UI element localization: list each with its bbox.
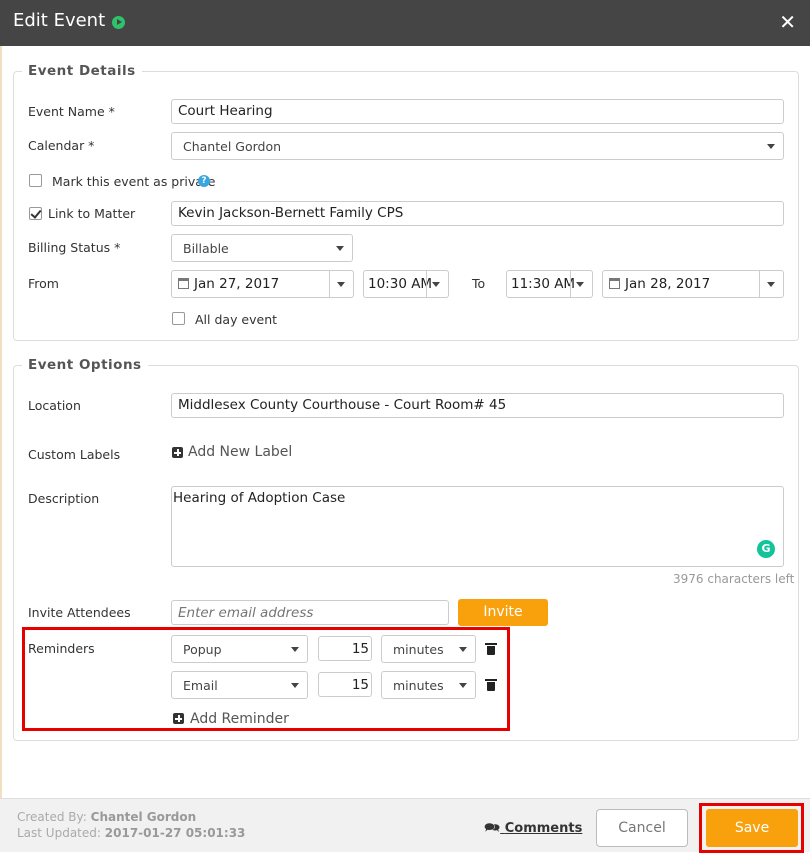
last-updated-value: 2017-01-27 05:01:33 <box>104 826 246 840</box>
link-to-matter-checkbox[interactable] <box>29 207 42 220</box>
created-by: Created By: Chantel Gordon <box>17 810 196 824</box>
private-checkbox[interactable] <box>29 174 42 187</box>
event-options-legend: Event Options <box>28 357 142 373</box>
link-to-matter-label: Link to Matter <box>48 206 136 221</box>
divider <box>329 271 330 297</box>
created-by-value: Chantel Gordon <box>90 810 197 824</box>
cancel-button[interactable]: Cancel <box>596 809 688 847</box>
from-time-value: 10:30 AM <box>368 276 433 292</box>
chevron-down-icon[interactable] <box>432 282 440 287</box>
last-updated: Last Updated: 2017-01-27 05:01:33 <box>17 826 245 840</box>
close-icon[interactable]: ✕ <box>779 11 796 33</box>
dialog-title: Edit Event <box>13 10 106 31</box>
from-date-value: Jan 27, 2017 <box>194 276 280 292</box>
billing-status-value: Billable <box>183 241 229 256</box>
calendar-label: Calendar * <box>28 138 95 153</box>
event-name-input[interactable]: Court Hearing <box>171 99 784 124</box>
all-day-checkbox[interactable] <box>172 312 185 325</box>
from-time-picker[interactable]: 10:30 AM <box>363 270 449 298</box>
invite-email-input[interactable] <box>171 600 449 625</box>
matter-input[interactable]: Kevin Jackson-Bernett Family CPS <box>171 201 784 226</box>
plus-square-icon[interactable] <box>172 447 183 458</box>
divider <box>570 271 571 297</box>
question-circle-icon[interactable]: ? <box>198 175 210 187</box>
to-time-picker[interactable]: 11:30 AM <box>506 270 593 298</box>
last-updated-label: Last Updated: <box>17 826 101 840</box>
from-label: From <box>28 276 59 291</box>
location-input[interactable]: Middlesex County Courthouse - Court Room… <box>171 393 784 418</box>
reminders-highlight-box <box>22 627 510 731</box>
dialog-footer: Created By: Chantel Gordon Last Updated:… <box>0 798 810 853</box>
to-date-picker[interactable]: Jan 28, 2017 <box>602 270 784 298</box>
invite-attendees-label: Invite Attendees <box>28 605 131 620</box>
custom-labels-label: Custom Labels <box>28 447 121 462</box>
invite-button[interactable]: Invite <box>458 599 548 626</box>
characters-left: 3976 characters left <box>673 572 795 586</box>
add-new-label-link[interactable]: Add New Label <box>188 444 292 460</box>
play-circle-icon <box>112 16 125 29</box>
private-label: Mark this event as private <box>52 174 216 189</box>
calendar-icon <box>178 278 189 289</box>
to-label: To <box>472 276 486 291</box>
left-edge-accent <box>0 46 2 852</box>
comments-label: Comments <box>504 821 583 836</box>
chevron-down-icon <box>767 144 775 149</box>
chevron-down-icon <box>336 246 344 251</box>
event-details-legend: Event Details <box>28 63 136 79</box>
calendar-select[interactable]: Chantel Gordon <box>171 132 784 160</box>
created-by-label: Created By: <box>17 810 87 824</box>
comments-link[interactable]: 🗪 Comments <box>484 819 582 841</box>
from-date-picker[interactable]: Jan 27, 2017 <box>171 270 354 298</box>
description-text: Hearing of Adoption Case <box>173 490 346 506</box>
divider <box>759 271 760 297</box>
description-label: Description <box>28 491 100 506</box>
divider <box>426 271 427 297</box>
dialog-titlebar: Edit Event ✕ <box>0 0 810 46</box>
chevron-down-icon[interactable] <box>767 282 775 287</box>
event-name-label: Event Name * <box>28 104 115 119</box>
save-highlight-box <box>699 803 804 853</box>
location-label: Location <box>28 398 81 413</box>
to-time-value: 11:30 AM <box>511 276 576 292</box>
chat-bubbles-icon: 🗪 <box>484 821 501 836</box>
billing-status-label: Billing Status * <box>28 240 121 255</box>
to-date-value: Jan 28, 2017 <box>625 276 711 292</box>
calendar-icon <box>609 278 620 289</box>
calendar-select-value: Chantel Gordon <box>183 139 282 154</box>
chevron-down-icon[interactable] <box>337 282 345 287</box>
description-textarea[interactable]: Hearing of Adoption Case <box>171 486 784 567</box>
chevron-down-icon[interactable] <box>576 282 584 287</box>
billing-status-select[interactable]: Billable <box>171 234 353 262</box>
all-day-label: All day event <box>195 312 278 327</box>
grammarly-icon[interactable]: G <box>757 540 775 558</box>
